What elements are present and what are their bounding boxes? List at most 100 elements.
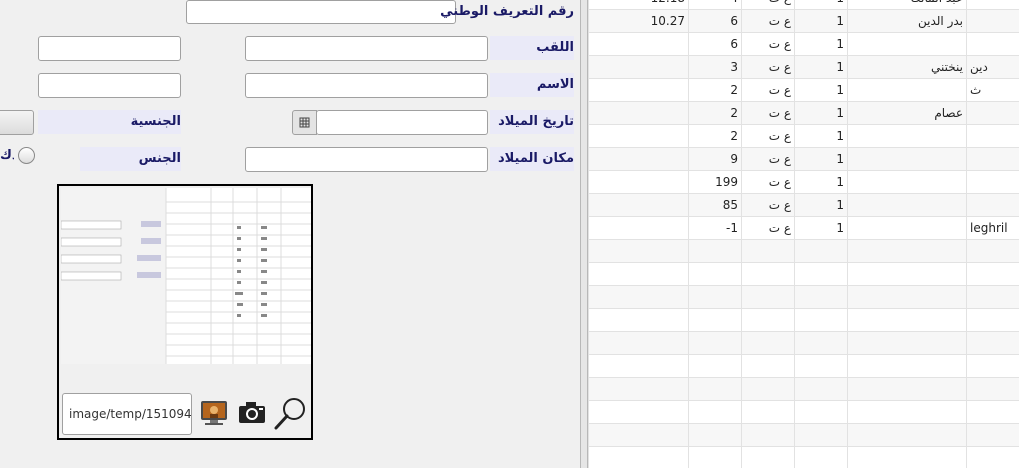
table-cell[interactable]: 85 <box>688 193 742 217</box>
table-cell[interactable] <box>794 400 848 424</box>
table-cell[interactable] <box>847 124 967 148</box>
table-cell[interactable] <box>588 124 689 148</box>
table-cell[interactable]: 1 <box>794 32 848 56</box>
table-cell[interactable] <box>847 285 967 309</box>
table-cell[interactable]: 1 <box>794 147 848 171</box>
table-cell[interactable]: ث <box>966 78 1019 102</box>
table-cell[interactable] <box>741 354 795 378</box>
table-cell[interactable] <box>966 101 1019 125</box>
table-cell[interactable]: leghril <box>966 216 1019 240</box>
table-cell[interactable] <box>966 400 1019 424</box>
table-cell[interactable] <box>588 354 689 378</box>
table-cell[interactable] <box>966 262 1019 286</box>
table-cell[interactable] <box>741 285 795 309</box>
table-cell[interactable] <box>847 170 967 194</box>
calendar-icon[interactable] <box>292 110 317 135</box>
table-row[interactable] <box>588 331 1019 355</box>
table-cell[interactable] <box>847 446 967 468</box>
table-cell[interactable] <box>588 331 689 355</box>
table-cell[interactable] <box>966 9 1019 33</box>
table-row[interactable]: 6ع ت1 <box>588 32 1019 56</box>
table-cell[interactable] <box>588 308 689 332</box>
table-cell[interactable] <box>847 400 967 424</box>
search-icon[interactable] <box>273 396 309 436</box>
table-cell[interactable] <box>847 239 967 263</box>
table-row[interactable] <box>588 446 1019 468</box>
table-cell[interactable] <box>966 0 1019 10</box>
table-cell[interactable] <box>966 285 1019 309</box>
table-cell[interactable]: ع ت <box>741 216 795 240</box>
table-cell[interactable] <box>847 262 967 286</box>
table-cell[interactable]: 6 <box>688 9 742 33</box>
table-cell[interactable] <box>588 239 689 263</box>
table-cell[interactable] <box>794 354 848 378</box>
table-cell[interactable] <box>688 400 742 424</box>
table-cell[interactable]: ع ت <box>741 101 795 125</box>
table-cell[interactable]: 1 <box>794 101 848 125</box>
table-cell[interactable] <box>847 32 967 56</box>
table-cell[interactable] <box>966 147 1019 171</box>
table-cell[interactable]: -1 <box>688 216 742 240</box>
table-cell[interactable] <box>741 239 795 263</box>
table-row[interactable]: 10.27 6 ع ت 1 بدر الدين <box>588 9 1019 33</box>
table-cell[interactable] <box>741 308 795 332</box>
table-cell[interactable]: ع ت <box>741 9 795 33</box>
table-cell[interactable] <box>847 147 967 171</box>
table-cell[interactable] <box>966 239 1019 263</box>
table-cell[interactable]: ع ت <box>741 147 795 171</box>
gender-radio-male[interactable] <box>18 147 35 164</box>
table-cell[interactable]: 1 <box>794 170 848 194</box>
table-row[interactable]: 9ع ت1 <box>588 147 1019 171</box>
photo-path-field[interactable]: image/temp/15109474 <box>62 393 192 435</box>
table-cell[interactable] <box>688 239 742 263</box>
national-id-field[interactable] <box>186 0 456 24</box>
table-cell[interactable]: ع ت <box>741 124 795 148</box>
table-cell[interactable]: 4 <box>688 0 742 10</box>
table-cell[interactable] <box>688 446 742 468</box>
table-cell[interactable] <box>688 354 742 378</box>
table-row[interactable]: -1 ع ت 1 leghril <box>588 216 1019 240</box>
table-row[interactable] <box>588 262 1019 286</box>
table-cell[interactable]: 1 <box>794 78 848 102</box>
table-row[interactable] <box>588 423 1019 447</box>
table-cell[interactable] <box>794 262 848 286</box>
table-cell[interactable] <box>588 101 689 125</box>
table-cell[interactable]: ع ت <box>741 0 795 10</box>
birth-place-field[interactable] <box>245 147 488 172</box>
table-cell[interactable] <box>966 377 1019 401</box>
table-cell[interactable] <box>588 216 689 240</box>
table-cell[interactable]: 1 <box>794 124 848 148</box>
table-cell[interactable] <box>966 124 1019 148</box>
table-cell[interactable] <box>588 32 689 56</box>
table-cell[interactable]: 1 <box>794 55 848 79</box>
table-cell[interactable]: ع ت <box>741 193 795 217</box>
table-cell[interactable] <box>794 446 848 468</box>
table-cell[interactable] <box>847 78 967 102</box>
table-cell[interactable]: 10.27 <box>588 9 689 33</box>
table-cell[interactable]: 12.18 <box>588 0 689 10</box>
table-cell[interactable] <box>688 262 742 286</box>
table-cell[interactable]: 2 <box>688 101 742 125</box>
table-cell[interactable]: عصام <box>847 101 967 125</box>
table-cell[interactable] <box>588 377 689 401</box>
table-cell[interactable] <box>741 446 795 468</box>
table-cell[interactable] <box>966 308 1019 332</box>
table-row[interactable]: 2ع ت1 <box>588 124 1019 148</box>
table-cell[interactable] <box>794 331 848 355</box>
table-cell[interactable]: 1 <box>794 193 848 217</box>
table-cell[interactable] <box>966 423 1019 447</box>
table-cell[interactable] <box>588 78 689 102</box>
table-row[interactable]: 12.184ع ت1عبد المالك <box>588 0 1019 10</box>
table-cell[interactable] <box>966 170 1019 194</box>
pane-splitter[interactable] <box>580 0 588 468</box>
table-cell[interactable] <box>966 354 1019 378</box>
table-cell[interactable]: 1 <box>794 0 848 10</box>
table-cell[interactable] <box>966 446 1019 468</box>
table-cell[interactable] <box>588 193 689 217</box>
table-cell[interactable] <box>741 377 795 401</box>
monitor-icon[interactable] <box>199 398 229 432</box>
table-cell[interactable] <box>588 170 689 194</box>
birth-date-field[interactable] <box>316 110 488 135</box>
table-cell[interactable] <box>847 377 967 401</box>
table-cell[interactable] <box>794 377 848 401</box>
